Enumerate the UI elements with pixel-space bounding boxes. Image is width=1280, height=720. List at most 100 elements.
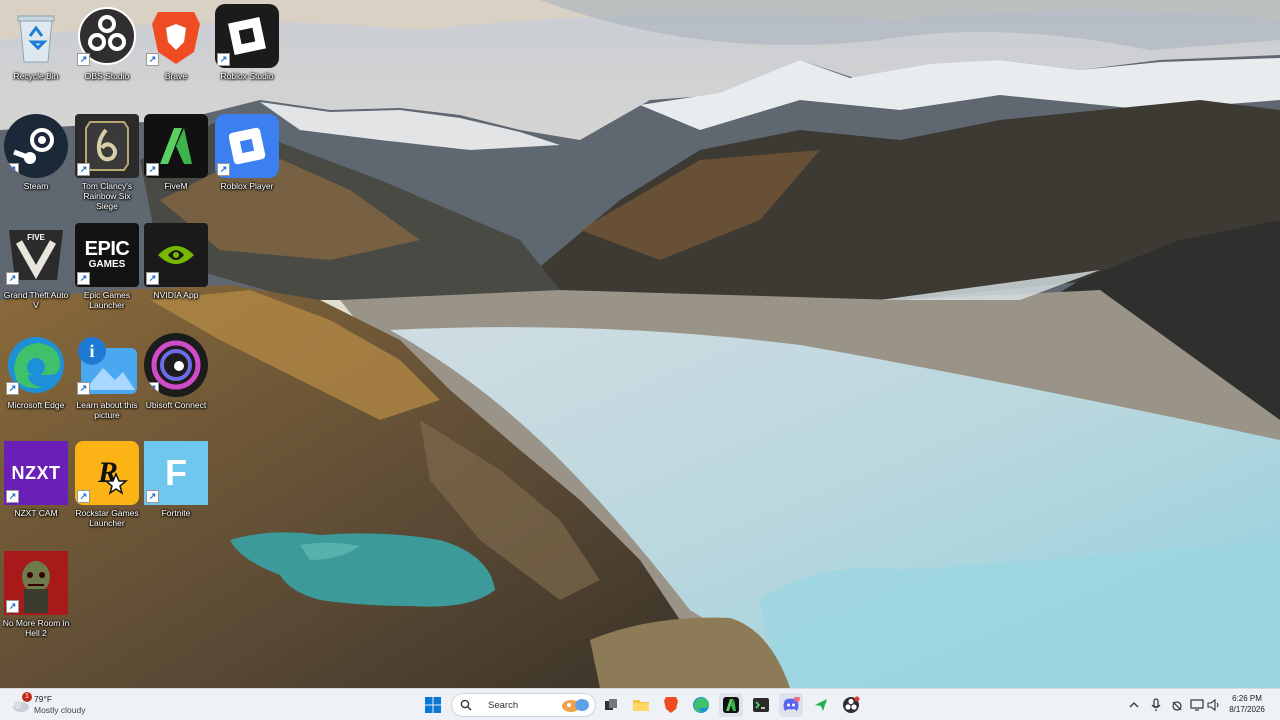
epic-tile-subtext: GAMES: [88, 259, 126, 270]
shortcut-arrow-icon: ↗: [146, 382, 159, 395]
steam-icon: ↗: [4, 114, 68, 178]
desktop-icon-label: NVIDIA App: [153, 290, 199, 300]
taskbar-search-box[interactable]: Search: [451, 693, 596, 717]
desktop-icon-no-more-room-in-hell-2[interactable]: ↗ No More Room in Hell 2: [0, 547, 72, 655]
shortcut-arrow-icon: ↗: [6, 272, 19, 285]
desktop-icon-learn-picture[interactable]: i ↗ Learn about this picture: [71, 329, 143, 437]
fortnite-tile-text: F: [165, 452, 187, 493]
nvidia-icon: ↗: [144, 223, 208, 287]
shortcut-arrow-icon: ↗: [217, 163, 230, 176]
desktop-icon-label: Brave: [164, 71, 188, 81]
taskbar-brave[interactable]: [659, 693, 683, 717]
weather-condition: Mostly cloudy: [34, 705, 86, 715]
desktop-icon-label: NZXT CAM: [14, 508, 58, 518]
desktop-icon-rainbow-six-siege[interactable]: ↗ Tom Clancy's Rainbow Six Siege: [71, 110, 143, 218]
taskbar-fivem[interactable]: [719, 693, 743, 717]
search-placeholder: Search: [488, 700, 519, 711]
microphone-icon[interactable]: [1149, 698, 1163, 712]
shortcut-arrow-icon: ↗: [77, 382, 90, 395]
desktop-icon-edge[interactable]: ↗ Microsoft Edge: [0, 329, 72, 437]
task-view-icon: [605, 699, 617, 710]
desktop-icon-recycle-bin[interactable]: Recycle Bin: [0, 0, 72, 108]
desktop-icon-obs-studio[interactable]: ↗ OBS Studio: [71, 0, 143, 108]
chevron-up-icon[interactable]: [1127, 698, 1141, 712]
taskbar-file-explorer[interactable]: [629, 693, 653, 717]
file-explorer-icon: [633, 700, 649, 711]
fivem-icon: ↗: [144, 114, 208, 178]
clock-date: 8/17/2026: [1229, 705, 1265, 714]
desktop-icon-label: OBS Studio: [84, 71, 130, 81]
shortcut-arrow-icon: ↗: [6, 600, 19, 613]
weather-widget[interactable]: 1 79°F Mostly cloudy: [12, 692, 122, 718]
nzxt-tile-text: NZXT: [11, 462, 61, 483]
desktop-icon-steam[interactable]: ↗ Steam: [0, 110, 72, 218]
search-icon: [460, 699, 472, 711]
desktop-icon-epic-games[interactable]: EPIC GAMES ↗ Epic Games Launcher: [71, 219, 143, 327]
shortcut-arrow-icon: ↗: [146, 490, 159, 503]
desktop-icon-label: Roblox Studio: [220, 71, 274, 81]
ubisoft-icon: ↗: [144, 333, 208, 397]
desktop-icon-label: Grand Theft Auto V: [3, 290, 69, 310]
shortcut-arrow-icon: ↗: [6, 382, 19, 395]
shortcut-arrow-icon: ↗: [6, 163, 19, 176]
recycle-bin-icon: [4, 4, 68, 68]
desktop-icon-fortnite[interactable]: F ↗ Fortnite: [140, 437, 212, 545]
system-clock[interactable]: 6:26 PM 8/17/2026: [1222, 693, 1272, 715]
shortcut-arrow-icon: ↗: [77, 272, 90, 285]
edge-icon: ↗: [4, 333, 68, 397]
brave-icon: ↗: [144, 4, 208, 68]
rockstar-icon: R ↗: [75, 441, 139, 505]
svg-text:i: i: [89, 341, 94, 361]
taskbar-terminal[interactable]: [749, 693, 773, 717]
fivem-icon: [723, 697, 739, 713]
desktop-icon-label: Rockstar Games Launcher: [75, 508, 139, 528]
search-highlight-icon: [562, 699, 589, 712]
shortcut-arrow-icon: ↗: [6, 490, 19, 503]
taskbar-obs[interactable]: [839, 693, 863, 717]
epic-games-icon: EPIC GAMES ↗: [75, 223, 139, 287]
discord-icon: [783, 697, 800, 711]
roblox-player-icon: ↗: [215, 114, 279, 178]
edge-icon: [693, 697, 709, 713]
desktop-icon-fivem[interactable]: ↗ FiveM: [140, 110, 212, 218]
weather-alert-badge: 1: [22, 692, 32, 702]
desktop-icon-roblox-studio[interactable]: ↗ Roblox Studio: [211, 0, 283, 108]
taskbar-edge[interactable]: [689, 693, 713, 717]
weather-temperature: 79°F: [34, 694, 53, 704]
roblox-studio-icon: ↗: [215, 4, 279, 68]
start-button[interactable]: [421, 693, 445, 717]
shortcut-arrow-icon: ↗: [146, 272, 159, 285]
taskbar-discord[interactable]: [779, 693, 803, 717]
desktop-icon-roblox-player[interactable]: ↗ Roblox Player: [211, 110, 283, 218]
obs-icon: [843, 696, 860, 713]
desktop-icon-nvidia[interactable]: ↗ NVIDIA App: [140, 219, 212, 327]
epic-tile-text: EPIC: [84, 238, 130, 260]
desktop-icon-gta-v[interactable]: FIVE ↗ Grand Theft Auto V: [0, 219, 72, 327]
desktop-icon-label: No More Room in Hell 2: [2, 618, 70, 638]
desktop-icon-label: FiveM: [164, 181, 188, 191]
task-view-button[interactable]: [599, 693, 623, 717]
display-icon[interactable]: [1190, 698, 1204, 712]
desktop-icon-label: Microsoft Edge: [7, 400, 65, 410]
desktop-icon-brave[interactable]: ↗ Brave: [140, 0, 212, 108]
taskbar: 1 79°F Mostly cloudy Search 6:26 PM 8/17…: [0, 688, 1280, 720]
shortcut-arrow-icon: ↗: [77, 163, 90, 176]
desktop-icon-rockstar[interactable]: R ↗ Rockstar Games Launcher: [71, 437, 143, 545]
no-more-room-in-hell-2-icon: ↗: [4, 551, 68, 615]
terminal-icon: [753, 698, 769, 712]
desktop-icon-label: Steam: [23, 181, 49, 191]
desktop-icon-label: Ubisoft Connect: [145, 400, 207, 410]
desktop-icon-ubisoft[interactable]: ↗ Ubisoft Connect: [140, 329, 212, 437]
desktop-icon-label: Learn about this picture: [76, 400, 138, 420]
fortnite-icon: F ↗: [144, 441, 208, 505]
desktop-icon-label: Tom Clancy's Rainbow Six Siege: [81, 181, 133, 211]
brave-icon: [664, 697, 678, 713]
desktop-icon-nzxt[interactable]: NZXT ↗ NZXT CAM: [0, 437, 72, 545]
desktop-icon-label: Epic Games Launcher: [83, 290, 131, 310]
taskbar-app[interactable]: [809, 693, 833, 717]
network-icon[interactable]: [1170, 698, 1184, 712]
app-icon: [815, 699, 827, 711]
desktop-icon-label: Roblox Player: [220, 181, 274, 191]
learn-picture-icon: i ↗: [75, 333, 139, 397]
speaker-icon[interactable]: [1207, 698, 1221, 712]
